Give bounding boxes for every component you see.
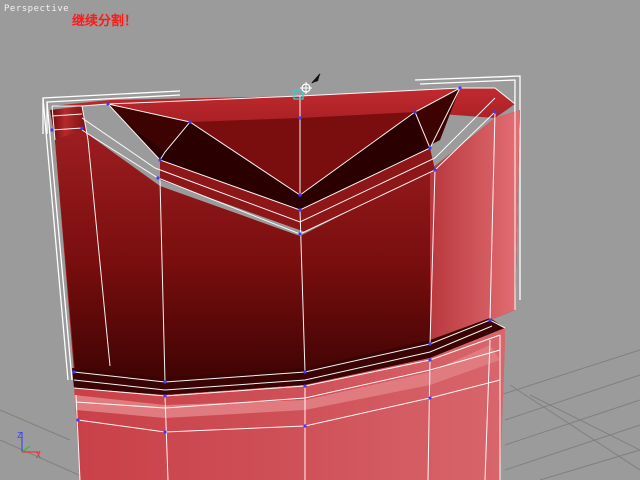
perspective-viewport[interactable]: Z X Perspective 继续分割！	[0, 0, 640, 480]
axis-label-z: Z	[17, 431, 22, 440]
scene-canvas[interactable]: Z X	[0, 0, 640, 480]
mouse-cursor-icon	[311, 73, 321, 84]
axis-tripod-icon: Z X	[17, 431, 41, 460]
instruction-text: 继续分割！	[72, 14, 138, 29]
axis-label-x: X	[36, 451, 41, 460]
red-mesh-object[interactable]	[50, 88, 520, 480]
viewport-label[interactable]: Perspective	[4, 4, 69, 14]
